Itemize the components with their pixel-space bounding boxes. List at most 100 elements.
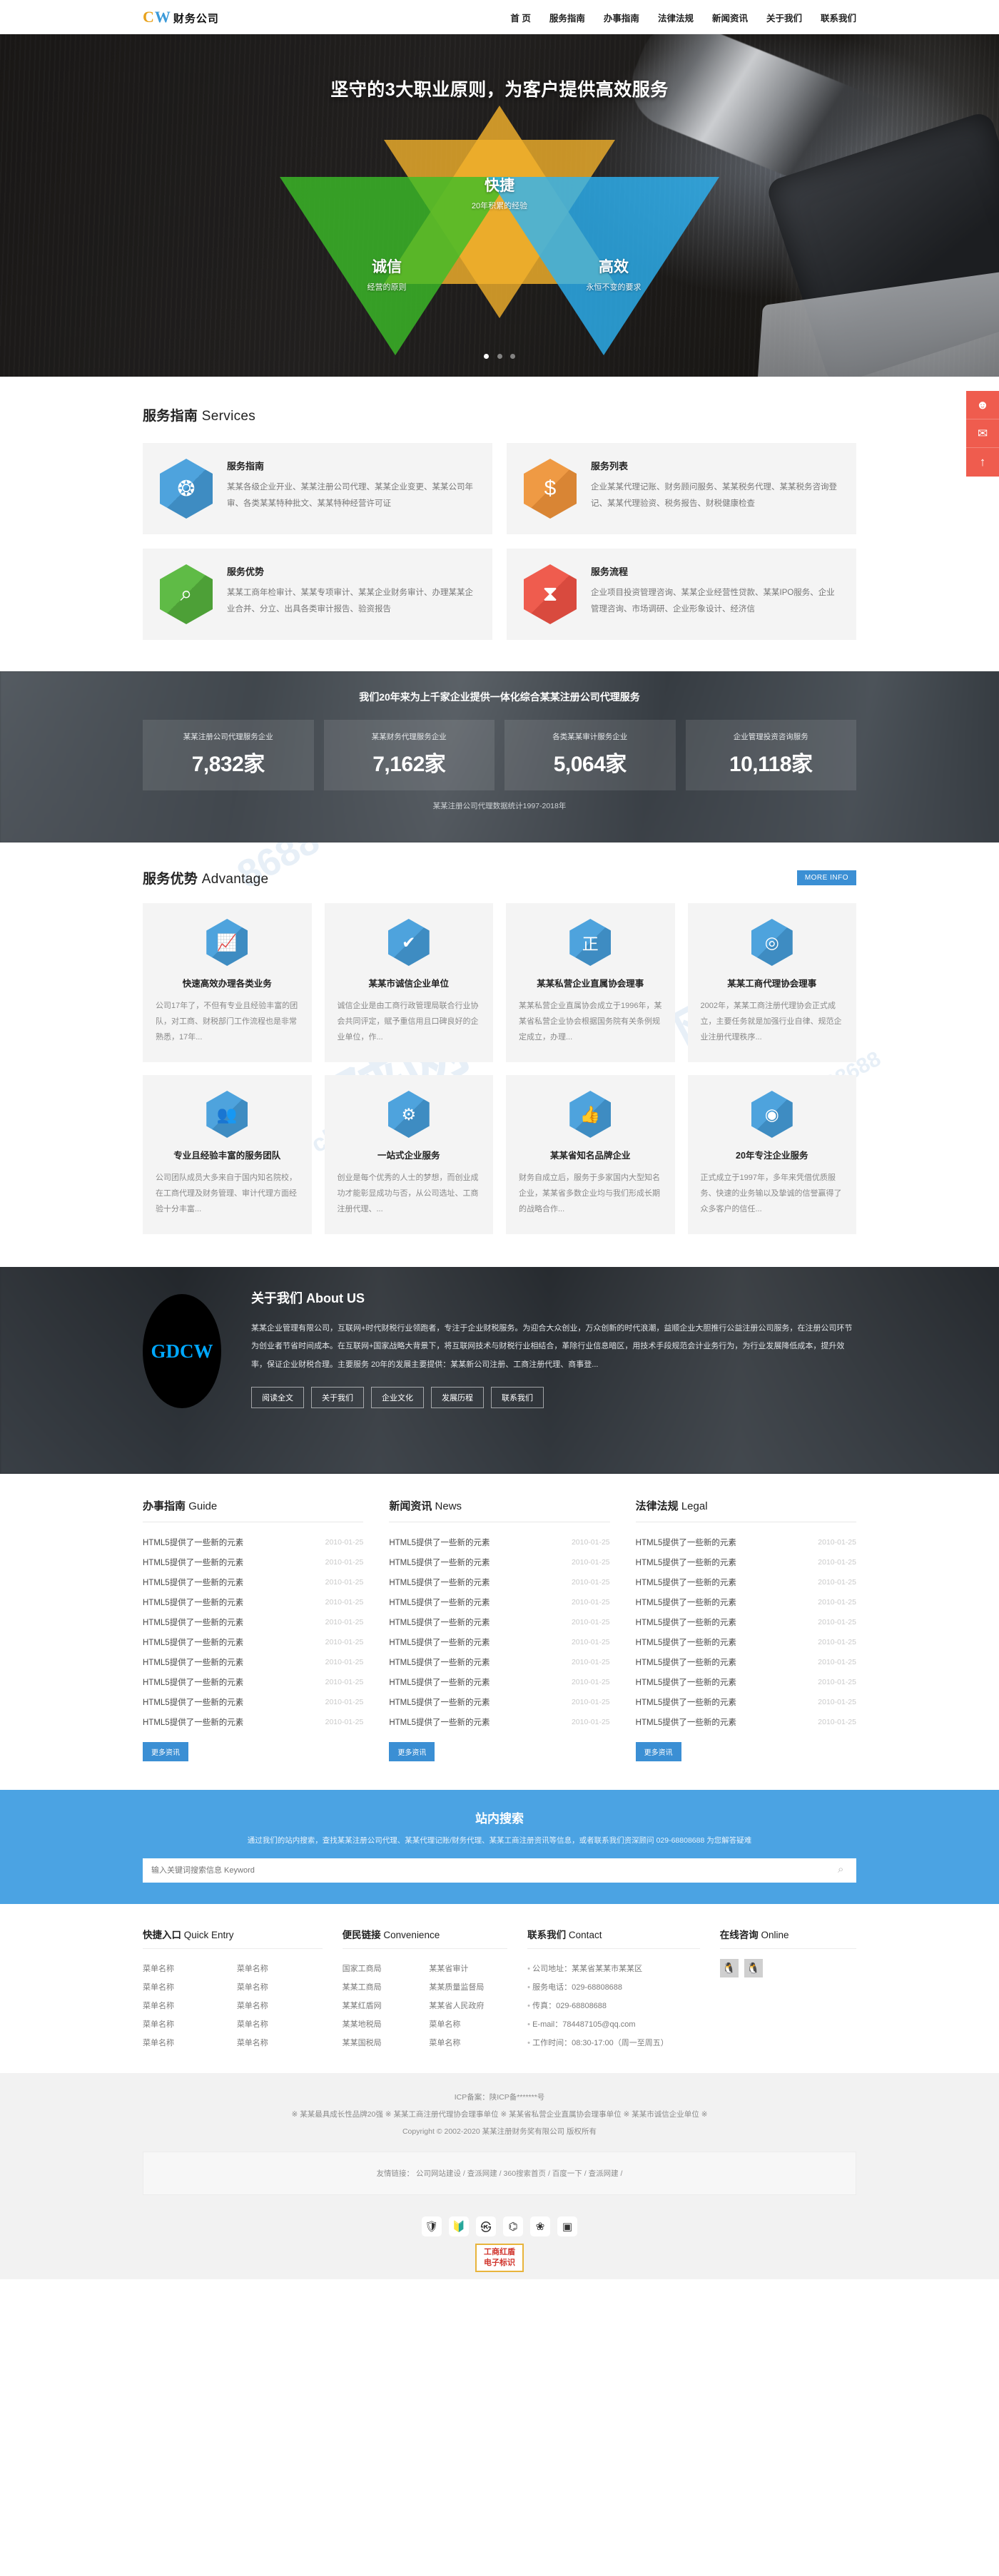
list-item[interactable]: HTML5提供了一些新的元素 2010-01-25 bbox=[143, 1572, 363, 1592]
quick-entry-link[interactable]: 菜单名称 bbox=[237, 2033, 323, 2052]
news-link[interactable]: HTML5提供了一些新的元素 bbox=[636, 1557, 736, 1568]
list-item[interactable]: HTML5提供了一些新的元素 2010-01-25 bbox=[143, 1712, 363, 1732]
list-item[interactable]: HTML5提供了一些新的元素 2010-01-25 bbox=[636, 1552, 856, 1572]
news-link[interactable]: HTML5提供了一些新的元素 bbox=[143, 1557, 243, 1568]
news-link[interactable]: HTML5提供了一些新的元素 bbox=[143, 1617, 243, 1628]
list-item[interactable]: HTML5提供了一些新的元素 2010-01-25 bbox=[389, 1552, 609, 1572]
credit-icon[interactable]: ㉿ bbox=[476, 2216, 496, 2237]
news-link[interactable]: HTML5提供了一些新的元素 bbox=[389, 1577, 490, 1588]
list-item[interactable]: HTML5提供了一些新的元素 2010-01-25 bbox=[636, 1592, 856, 1612]
convenience-link[interactable]: 菜单名称 bbox=[429, 2015, 507, 2033]
search-input[interactable] bbox=[143, 1858, 856, 1883]
list-item[interactable]: HTML5提供了一些新的元素 2010-01-25 bbox=[389, 1712, 609, 1732]
list-item[interactable]: HTML5提供了一些新的元素 2010-01-25 bbox=[636, 1692, 856, 1712]
news-link[interactable]: HTML5提供了一些新的元素 bbox=[389, 1696, 490, 1708]
convenience-link[interactable]: 菜单名称 bbox=[429, 2033, 507, 2052]
quick-entry-link[interactable]: 菜单名称 bbox=[143, 1996, 228, 2015]
carousel-dot-2[interactable] bbox=[497, 354, 502, 359]
more-news-button[interactable]: 更多资讯 bbox=[143, 1742, 188, 1761]
friend-link[interactable]: 查派网建 bbox=[589, 2169, 619, 2178]
news-link[interactable]: HTML5提供了一些新的元素 bbox=[389, 1537, 490, 1548]
list-item[interactable]: HTML5提供了一些新的元素 2010-01-25 bbox=[636, 1652, 856, 1672]
friend-link[interactable]: 公司网站建设 bbox=[416, 2169, 461, 2178]
list-item[interactable]: HTML5提供了一些新的元素 2010-01-25 bbox=[636, 1612, 856, 1632]
news-link[interactable]: HTML5提供了一些新的元素 bbox=[636, 1537, 736, 1548]
convenience-link[interactable]: 某某省审计 bbox=[429, 1959, 507, 1977]
list-item[interactable]: HTML5提供了一些新的元素 2010-01-25 bbox=[389, 1592, 609, 1612]
more-news-button[interactable]: 更多资讯 bbox=[635, 1742, 681, 1761]
service-card[interactable]: ⌕ 服务优势 某某工商年检审计、某某专项审计、某某企业财务审计、办理某某企业合并… bbox=[143, 549, 492, 640]
list-item[interactable]: HTML5提供了一些新的元素 2010-01-25 bbox=[143, 1692, 363, 1712]
convenience-link[interactable]: 某某质量监督局 bbox=[429, 1977, 507, 1996]
convenience-link[interactable]: 国家工商局 bbox=[343, 1959, 421, 1977]
nav-item-news[interactable]: 新闻资讯 bbox=[712, 11, 748, 24]
advantage-card[interactable]: ◉ 20年专注企业服务 正式成立于1997年，多年来凭借优质服务、快速的业务输以… bbox=[687, 1075, 856, 1234]
service-card[interactable]: ❂ 服务指南 某某各级企业开业、某某注册公司代理、某某企业变更、某某公司年审、各… bbox=[143, 443, 492, 534]
list-item[interactable]: HTML5提供了一些新的元素 2010-01-25 bbox=[389, 1572, 609, 1592]
advantage-card[interactable]: 📈 快速高效办理各类业务 公司17年了，不但有专业且经验丰富的团队，对工商、财税… bbox=[143, 903, 312, 1062]
news-link[interactable]: HTML5提供了一些新的元素 bbox=[636, 1577, 736, 1588]
list-item[interactable]: HTML5提供了一些新的元素 2010-01-25 bbox=[636, 1672, 856, 1692]
list-item[interactable]: HTML5提供了一些新的元素 2010-01-25 bbox=[389, 1672, 609, 1692]
service-card[interactable]: ⧗ 服务流程 企业项目投资管理咨询、某某企业经营性贷款、某某IPO服务、企业管理… bbox=[507, 549, 856, 640]
list-item[interactable]: HTML5提供了一些新的元素 2010-01-25 bbox=[389, 1652, 609, 1672]
floating-side-buttons[interactable]: ☻ ✉ ↑ bbox=[966, 391, 999, 477]
news-link[interactable]: HTML5提供了一些新的元素 bbox=[636, 1716, 736, 1728]
history-button[interactable]: 发展历程 bbox=[431, 1386, 484, 1408]
convenience-link[interactable]: 某某地税局 bbox=[343, 2015, 421, 2033]
search-icon[interactable]: ⌕ bbox=[838, 1864, 849, 1875]
service-card[interactable]: $ 服务列表 企业某某代理记账、财务顾问服务、某某税务代理、某某税务咨询登记、某… bbox=[507, 443, 856, 534]
nav-item-legal[interactable]: 法律法规 bbox=[658, 11, 694, 24]
friend-link[interactable]: 360搜索首页 bbox=[504, 2169, 547, 2178]
quick-entry-link[interactable]: 菜单名称 bbox=[237, 1977, 323, 1996]
news-link[interactable]: HTML5提供了一些新的元素 bbox=[389, 1617, 490, 1628]
friend-link[interactable]: 百度一下 bbox=[552, 2169, 582, 2178]
convenience-link[interactable]: 某某省人民政府 bbox=[429, 1996, 507, 2015]
news-link[interactable]: HTML5提供了一些新的元素 bbox=[143, 1716, 243, 1728]
redflag-icon[interactable]: ⌬ bbox=[503, 2216, 523, 2237]
list-item[interactable]: HTML5提供了一些新的元素 2010-01-25 bbox=[143, 1612, 363, 1632]
news-link[interactable]: HTML5提供了一些新的元素 bbox=[143, 1597, 243, 1608]
news-link[interactable]: HTML5提供了一些新的元素 bbox=[636, 1617, 736, 1628]
carousel-dot-3[interactable] bbox=[509, 354, 515, 359]
news-link[interactable]: HTML5提供了一些新的元素 bbox=[143, 1676, 243, 1688]
list-item[interactable]: HTML5提供了一些新的元素 2010-01-25 bbox=[143, 1552, 363, 1572]
news-link[interactable]: HTML5提供了一些新的元素 bbox=[389, 1636, 490, 1648]
list-item[interactable]: HTML5提供了一些新的元素 2010-01-25 bbox=[636, 1712, 856, 1732]
quick-entry-link[interactable]: 菜单名称 bbox=[143, 2033, 228, 2052]
advantage-card[interactable]: ✔ 某某市诚信企业单位 诚信企业是由工商行政管理局联合行业协会共同评定，赋予重信… bbox=[324, 903, 493, 1062]
list-item[interactable]: HTML5提供了一些新的元素 2010-01-25 bbox=[636, 1532, 856, 1552]
net-police-icon[interactable]: ▣ bbox=[557, 2216, 577, 2237]
news-link[interactable]: HTML5提供了一些新的元素 bbox=[636, 1696, 736, 1708]
more-info-button[interactable]: MORE INFO bbox=[796, 870, 856, 885]
culture-button[interactable]: 企业文化 bbox=[371, 1386, 424, 1408]
qq-penguin-icon[interactable]: 🐧 bbox=[744, 1959, 763, 1977]
list-item[interactable]: HTML5提供了一些新的元素 2010-01-25 bbox=[143, 1532, 363, 1552]
news-link[interactable]: HTML5提供了一些新的元素 bbox=[389, 1716, 490, 1728]
quick-entry-link[interactable]: 菜单名称 bbox=[143, 2015, 228, 2033]
carousel-dots[interactable] bbox=[0, 351, 999, 361]
read-full-button[interactable]: 阅读全文 bbox=[251, 1386, 304, 1408]
quick-entry-link[interactable]: 菜单名称 bbox=[237, 1996, 323, 2015]
convenience-link[interactable]: 某某红盾网 bbox=[343, 1996, 421, 2015]
news-link[interactable]: HTML5提供了一些新的元素 bbox=[143, 1656, 243, 1668]
advantage-card[interactable]: ◎ 某某工商代理协会理事 2002年，某某工商注册代理协会正式成立，主要任务就是… bbox=[687, 903, 856, 1062]
gov-emblem-icon[interactable]: ❀ bbox=[530, 2216, 550, 2237]
more-news-button[interactable]: 更多资讯 bbox=[389, 1742, 435, 1761]
qq-penguin-icon[interactable]: 🐧 bbox=[719, 1959, 739, 1977]
news-link[interactable]: HTML5提供了一些新的元素 bbox=[389, 1656, 490, 1668]
list-item[interactable]: HTML5提供了一些新的元素 2010-01-25 bbox=[143, 1672, 363, 1692]
news-link[interactable]: HTML5提供了一些新的元素 bbox=[143, 1636, 243, 1648]
site-logo[interactable]: C W 财务公司 bbox=[143, 8, 219, 26]
advantage-card[interactable]: 👥 专业且经验丰富的服务团队 公司团队成员大多来自于国内知名院校，在工商代理及财… bbox=[143, 1075, 312, 1234]
list-item[interactable]: HTML5提供了一些新的元素 2010-01-25 bbox=[389, 1612, 609, 1632]
list-item[interactable]: HTML5提供了一些新的元素 2010-01-25 bbox=[143, 1592, 363, 1612]
news-link[interactable]: HTML5提供了一些新的元素 bbox=[143, 1696, 243, 1708]
quick-entry-link[interactable]: 菜单名称 bbox=[237, 2015, 323, 2033]
news-link[interactable]: HTML5提供了一些新的元素 bbox=[143, 1537, 243, 1548]
list-item[interactable]: HTML5提供了一些新的元素 2010-01-25 bbox=[143, 1652, 363, 1672]
list-item[interactable]: HTML5提供了一些新的元素 2010-01-25 bbox=[389, 1532, 609, 1552]
nav-item-guide[interactable]: 办事指南 bbox=[604, 11, 639, 24]
list-item[interactable]: HTML5提供了一些新的元素 2010-01-25 bbox=[636, 1632, 856, 1652]
about-us-button[interactable]: 关于我们 bbox=[311, 1386, 364, 1408]
